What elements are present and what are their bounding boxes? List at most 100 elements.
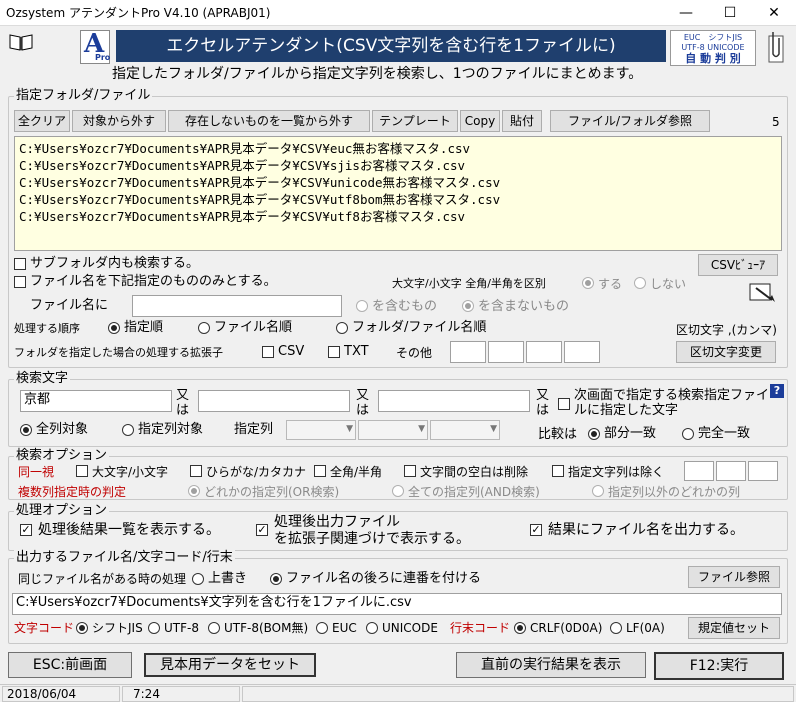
ext-other-input-1[interactable] (450, 341, 486, 363)
search-term-3-input[interactable] (378, 390, 530, 412)
filename-label: ファイル名に (30, 298, 109, 313)
ext-other-input-3[interactable] (526, 341, 562, 363)
list-item[interactable]: C:¥Users¥ozcr7¥Documents¥APR見本データ¥CSV¥un… (19, 174, 777, 191)
file-list[interactable]: C:¥Users¥ozcr7¥Documents¥APR見本データ¥CSV¥eu… (14, 136, 782, 251)
window-title: Ozsystem アテンダントPro V4.10 (APRABJ01) (6, 6, 271, 20)
charset-euc-radio[interactable] (316, 622, 328, 634)
pen-icon[interactable] (748, 280, 778, 304)
ext-other-input-4[interactable] (564, 341, 600, 363)
template-button[interactable]: テンプレート (372, 110, 458, 132)
browse-files-button[interactable]: ファイル/フォルダ参照 (550, 110, 710, 132)
eol-lf-radio[interactable] (610, 622, 622, 634)
file-count: 5 (772, 115, 780, 129)
ext-csv-checkbox[interactable] (262, 346, 274, 358)
specified-columns-radio[interactable] (122, 424, 134, 436)
exclude-button[interactable]: 対象から外す (72, 110, 166, 132)
esc-back-button[interactable]: ESC:前画面 (8, 652, 132, 678)
multi-any-radio[interactable] (188, 485, 200, 497)
clip-icon[interactable] (764, 30, 788, 66)
ignore-kana-checkbox[interactable] (190, 465, 202, 477)
files-legend: 指定フォルダ/ファイル (14, 88, 153, 104)
paste-button[interactable]: 貼付 (502, 110, 542, 132)
charset-utf8-radio[interactable] (148, 622, 160, 634)
subfolder-label: サブフォルダ内も検索する。 (30, 256, 200, 271)
app-logo: A Pro (80, 29, 110, 64)
ignore-width-checkbox[interactable] (314, 465, 326, 477)
next-screen-label: 次画面で指定する検索指定ファイルに指定した文字 (574, 388, 770, 418)
encoding-badge: EUC シフトJIS UTF-8 UNICODE 自 動 判 別 (670, 30, 756, 66)
subfolder-checkbox[interactable] (14, 258, 26, 270)
exclude-char-input-2[interactable] (716, 461, 746, 481)
book-icon[interactable] (8, 32, 34, 52)
order-label: 処理する順序 (14, 322, 80, 335)
output-path-input[interactable]: C:¥Users¥ozcr7¥Documents¥文字列を含む行を1ファイルに.… (12, 593, 782, 615)
multi-other-radio[interactable] (592, 485, 604, 497)
sample-data-button[interactable]: 見本用データをセット (144, 653, 316, 677)
charset-unicode-radio[interactable] (366, 622, 378, 634)
overwrite-radio[interactable] (192, 573, 204, 585)
csv-viewer-button[interactable]: CSVﾋﾞｭｰｱ (698, 254, 778, 276)
append-number-radio[interactable] (270, 573, 282, 585)
list-item[interactable]: C:¥Users¥ozcr7¥Documents¥APR見本データ¥CSV¥sj… (19, 157, 777, 174)
exclude-chars-checkbox[interactable] (552, 465, 564, 477)
eol-crlf-radio[interactable] (514, 622, 526, 634)
status-time: 7:24 (122, 686, 240, 702)
search-options-legend: 検索オプション (14, 448, 110, 464)
search-legend: 検索文字 (14, 371, 71, 387)
case-yes-radio[interactable] (582, 277, 594, 289)
remove-space-checkbox[interactable] (404, 465, 416, 477)
list-item[interactable]: C:¥Users¥ozcr7¥Documents¥APR見本データ¥CSV¥ut… (19, 191, 777, 208)
charset-utf8bom-radio[interactable] (208, 622, 220, 634)
filename-pattern-input[interactable] (132, 295, 342, 317)
order-folder-filename-radio[interactable] (336, 322, 348, 334)
exclude-missing-button[interactable]: 存在しないものを一覧から外す (168, 110, 370, 132)
status-date: 2018/06/04 (2, 686, 120, 702)
next-screen-checkbox[interactable] (558, 398, 570, 410)
column-select-1[interactable]: ▼ (286, 420, 356, 440)
multi-all-radio[interactable] (392, 485, 404, 497)
status-bar: 2018/06/04 7:24 (0, 684, 796, 702)
list-item[interactable]: C:¥Users¥ozcr7¥Documents¥APR見本データ¥CSV¥ut… (19, 208, 777, 225)
ext-txt-checkbox[interactable] (328, 346, 340, 358)
all-columns-radio[interactable] (20, 424, 32, 436)
list-item[interactable]: C:¥Users¥ozcr7¥Documents¥APR見本データ¥CSV¥eu… (19, 140, 777, 157)
delimiter-change-button[interactable]: 区切文字変更 (676, 341, 776, 363)
exclude-char-input-3[interactable] (748, 461, 778, 481)
search-term-2-input[interactable] (198, 390, 350, 412)
process-options-legend: 処理オプション (14, 503, 110, 519)
copy-button[interactable]: Copy (460, 110, 500, 132)
run-button[interactable]: F12:実行 (654, 652, 784, 680)
banner-title: エクセルアテンダント(CSV文字列を含む行を1ファイルに) (116, 30, 666, 62)
output-legend: 出力するファイル名/文字コード/行末 (14, 550, 235, 566)
minimize-button[interactable]: — (664, 0, 708, 26)
order-filename-radio[interactable] (198, 322, 210, 334)
defaults-button[interactable]: 規定値セット (688, 617, 780, 639)
clear-all-button[interactable]: 全クリア (14, 110, 70, 132)
ext-other-input-2[interactable] (488, 341, 524, 363)
charset-sjis-radio[interactable] (76, 622, 88, 634)
case-label: 大文字/小文字 全角/半角を区別 (392, 277, 546, 290)
last-result-button[interactable]: 直前の実行結果を表示 (456, 652, 646, 678)
maximize-button[interactable]: ☐ (708, 0, 752, 26)
output-filename-checkbox[interactable]: ✓ (530, 524, 542, 536)
output-browse-button[interactable]: ファイル参照 (688, 566, 780, 588)
delimiter-label: 区切文字 ,(カンマ) (676, 323, 777, 337)
not-contains-radio[interactable] (462, 300, 474, 312)
order-specified-radio[interactable] (108, 322, 120, 334)
column-select-3[interactable]: ▼ (430, 420, 500, 440)
close-button[interactable]: ✕ (752, 0, 796, 26)
open-output-checkbox[interactable]: ✓ (256, 524, 268, 536)
help-icon[interactable]: ? (770, 384, 784, 398)
show-results-checkbox[interactable]: ✓ (20, 524, 32, 536)
ignore-case-checkbox[interactable] (76, 465, 88, 477)
status-message (242, 686, 794, 702)
case-no-radio[interactable] (634, 277, 646, 289)
exclude-char-input-1[interactable] (684, 461, 714, 481)
column-select-2[interactable]: ▼ (358, 420, 428, 440)
partial-match-radio[interactable] (588, 428, 600, 440)
filename-filter-checkbox[interactable] (14, 276, 26, 288)
search-term-1-input[interactable]: 京都 (20, 390, 172, 412)
contains-radio[interactable] (356, 300, 368, 312)
description: 指定したフォルダ/ファイルから指定文字列を検索し、1つのファイルにまとめます。 (112, 66, 643, 82)
exact-match-radio[interactable] (682, 428, 694, 440)
